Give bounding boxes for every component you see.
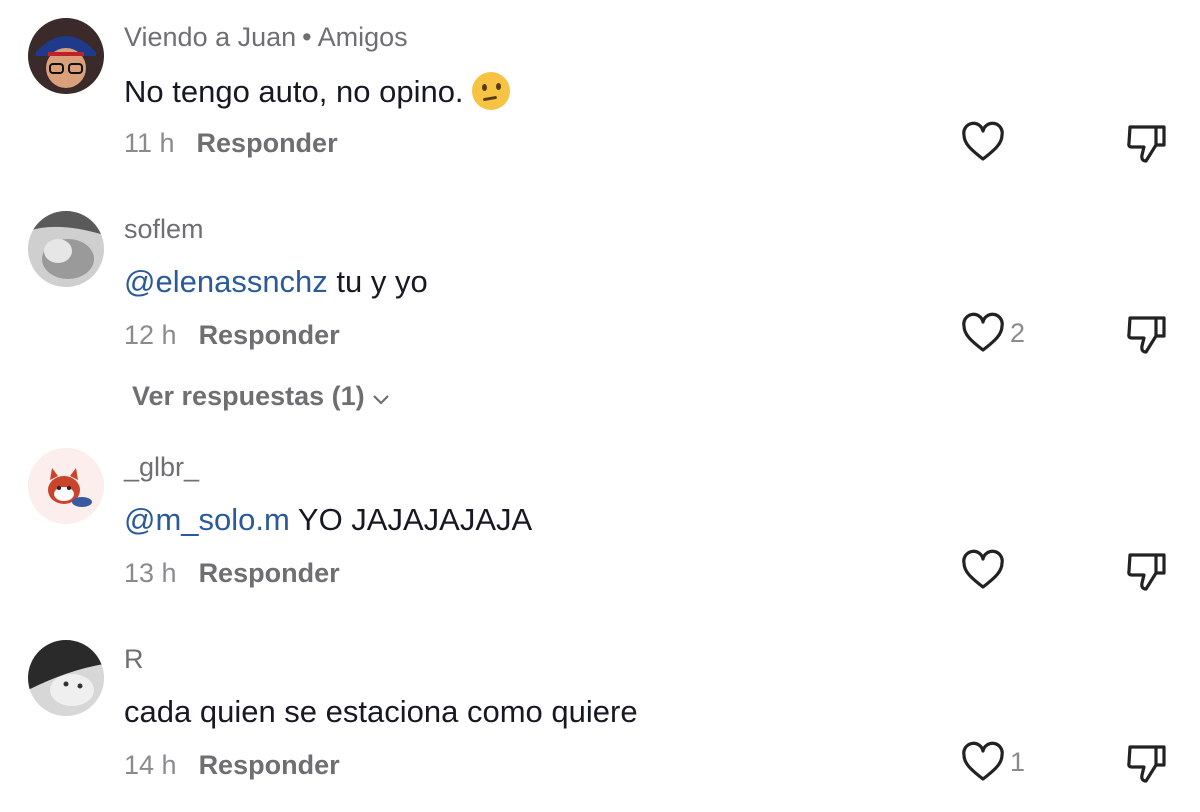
thinking-face-icon (471, 72, 510, 110)
view-replies-button[interactable]: Ver respuestas (1) (132, 381, 391, 413)
comment-text: No tengo auto, no opino. (124, 72, 510, 110)
reply-button[interactable]: Responder (199, 558, 340, 588)
mention-link[interactable]: @m_solo.m (124, 502, 290, 537)
heart-outline-icon[interactable] (960, 741, 1006, 783)
comment-time: 11 h (124, 128, 175, 158)
avatar[interactable] (28, 18, 104, 94)
comment-meta: 13 h Responder (124, 558, 340, 589)
comment-time: 12 h (124, 320, 177, 350)
comment-username[interactable]: soflem (124, 214, 204, 245)
comment-meta: 12 h Responder (124, 320, 340, 351)
thumbs-down-outline-icon[interactable] (1124, 312, 1170, 358)
reply-button[interactable]: Responder (199, 750, 340, 780)
comment-username[interactable]: Viendo a Juan • Amigos (124, 22, 408, 53)
reply-button[interactable]: Responder (199, 320, 340, 350)
comment-text: cada quien se estaciona como quiere (124, 694, 638, 730)
comment-body: tu y yo (327, 264, 428, 299)
avatar[interactable] (28, 640, 104, 716)
thumbs-down-outline-icon[interactable] (1124, 121, 1170, 167)
comment-meta: 11 h Responder (124, 128, 338, 159)
chevron-down-icon[interactable] (371, 382, 391, 413)
heart-outline-icon[interactable] (960, 121, 1006, 163)
comment-time: 13 h (124, 558, 177, 588)
like-button[interactable]: 1 (960, 741, 1025, 783)
dislike-button[interactable] (1124, 549, 1170, 595)
heart-outline-icon[interactable] (960, 549, 1006, 591)
comment-meta: 14 h Responder (124, 750, 340, 781)
comment-body: YO JAJAJAJAJA (289, 502, 533, 537)
mention-link[interactable]: @elenassnchz (124, 264, 328, 299)
friend-badge: Amigos (317, 22, 408, 52)
comment-text: @elenassnchz tu y yo (124, 264, 428, 300)
separator-dot: • (302, 22, 312, 52)
thumbs-down-outline-icon[interactable] (1124, 549, 1170, 595)
comment-text: @m_solo.m YO JAJAJAJAJA (124, 502, 532, 538)
view-replies-label[interactable]: Ver respuestas (1) (132, 381, 365, 411)
avatar[interactable] (28, 448, 104, 524)
like-count: 1 (1010, 746, 1026, 777)
dislike-button[interactable] (1124, 312, 1170, 358)
avatar[interactable] (28, 211, 104, 287)
comment-username[interactable]: _glbr_ (124, 452, 199, 483)
comment-body: cada quien se estaciona como quiere (124, 694, 638, 729)
like-count: 2 (1010, 317, 1026, 348)
comment-time: 14 h (124, 750, 177, 780)
like-button[interactable] (960, 121, 1010, 163)
like-button[interactable] (960, 549, 1010, 591)
reply-button[interactable]: Responder (197, 128, 338, 158)
heart-outline-icon[interactable] (960, 312, 1006, 354)
thumbs-down-outline-icon[interactable] (1124, 741, 1170, 787)
comment-username[interactable]: R (124, 644, 144, 675)
dislike-button[interactable] (1124, 121, 1170, 167)
dislike-button[interactable] (1124, 741, 1170, 787)
like-button[interactable]: 2 (960, 312, 1025, 354)
comment-body: No tengo auto, no opino. (124, 74, 464, 109)
username-text[interactable]: Viendo a Juan (124, 22, 296, 52)
